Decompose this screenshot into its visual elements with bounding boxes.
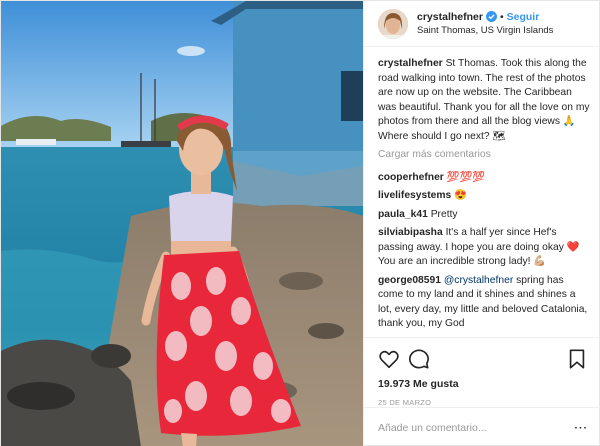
comments-section: crystalhefner St Thomas. Took this along… — [364, 47, 600, 333]
post-actions: 19.973 Me gusta 25 DE MARZO — [364, 337, 600, 407]
add-comment-input[interactable] — [378, 421, 568, 434]
avatar-photo — [378, 8, 408, 39]
instagram-post: crystalhefner • Seguir Saint Thomas, US … — [0, 0, 600, 446]
comment-username[interactable]: george08591 — [378, 275, 441, 286]
post-location[interactable]: Saint Thomas, US Virgin Islands — [417, 24, 553, 38]
comment-username[interactable]: cooperhefner — [378, 172, 444, 183]
more-options-button[interactable]: ··· — [575, 422, 589, 434]
comment-username[interactable]: livelifesystems — [378, 190, 451, 201]
caption-username[interactable]: crystalhefner — [378, 58, 443, 69]
comment-mention[interactable]: @crystalhefner — [444, 275, 513, 286]
comment-text: 😍 — [454, 190, 467, 201]
action-icons — [378, 346, 588, 372]
comment-text: Pretty — [430, 208, 458, 220]
load-more-comments-button[interactable]: Cargar más comentarios — [378, 148, 591, 163]
comment-item: george08591 @crystalhefner spring has co… — [378, 274, 591, 332]
bookmark-icon[interactable] — [566, 348, 588, 370]
post-username[interactable]: crystalhefner — [417, 10, 483, 24]
heart-icon[interactable] — [378, 348, 400, 370]
comment-icon[interactable] — [408, 348, 430, 370]
verified-badge-icon — [485, 11, 497, 22]
caption-text: St Thomas. Took this along the road walk… — [378, 58, 590, 142]
avatar[interactable] — [378, 8, 408, 39]
post-photo[interactable] — [1, 1, 363, 446]
follow-button[interactable]: Seguir — [507, 10, 540, 24]
comment-username[interactable]: paula_k41 — [378, 209, 428, 220]
comment-username[interactable]: silviabipasha — [378, 227, 443, 238]
comment-item: silviabipasha It's a half yer since Hef'… — [378, 226, 591, 270]
post-sidebar: crystalhefner • Seguir Saint Thomas, US … — [363, 1, 600, 446]
comment-item: livelifesystems 😍 — [378, 189, 591, 204]
post-date[interactable]: 25 DE MARZO — [378, 398, 588, 407]
likes-count[interactable]: 19.973 Me gusta — [378, 378, 588, 390]
header-separator: • — [499, 10, 504, 23]
post-caption: crystalhefner St Thomas. Took this along… — [378, 57, 591, 144]
comment-item: cooperhefner 💯💯💯 — [378, 171, 591, 186]
add-comment-bar: ··· — [364, 407, 600, 446]
comment-text: 💯💯💯 — [446, 171, 486, 183]
post-header: crystalhefner • Seguir Saint Thomas, US … — [364, 1, 600, 47]
post-header-text: crystalhefner • Seguir Saint Thomas, US … — [417, 10, 553, 38]
beach-photo-illustration — [1, 1, 363, 446]
comment-item: paula_k41 Pretty — [378, 208, 591, 223]
